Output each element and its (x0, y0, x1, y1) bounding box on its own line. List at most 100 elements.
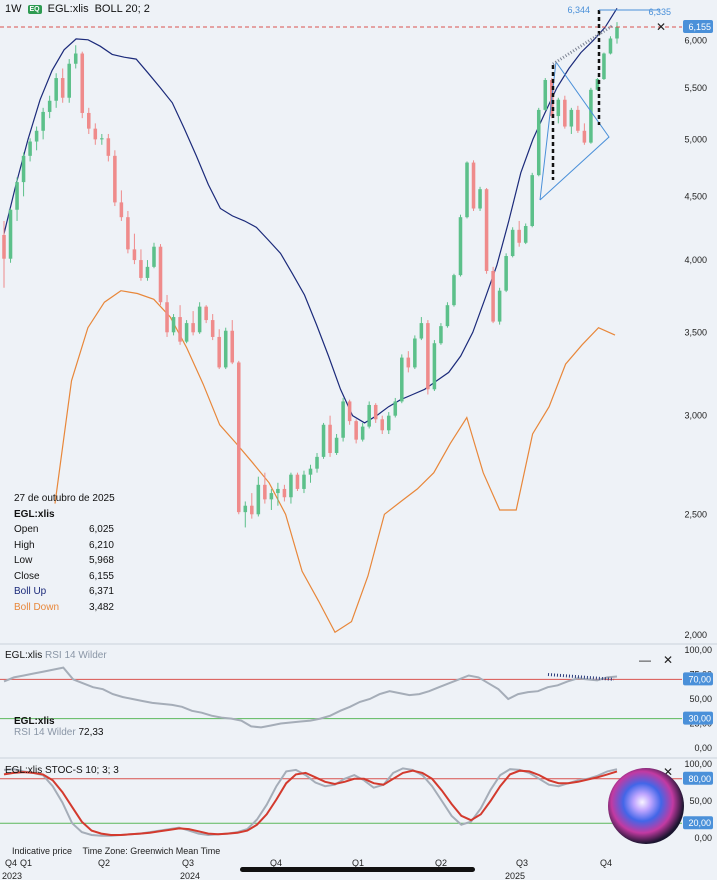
candle-body (158, 246, 163, 303)
candle-body (373, 404, 378, 420)
candle-body (87, 112, 91, 129)
siri-orb-icon[interactable] (608, 768, 684, 844)
candle-body (67, 63, 71, 98)
legend-row: High 6,210 (14, 538, 114, 554)
legend-row: Open 6,025 (14, 522, 114, 538)
price-scale-label: 2,500 (684, 509, 707, 519)
price-scale-label: 5,500 (684, 83, 707, 93)
x-axis-label: Q2 (98, 858, 110, 868)
stoch-scale-label: 0,00 (694, 833, 712, 843)
candle-body (230, 330, 235, 363)
indicator-label[interactable]: BOLL 20; 2 (95, 3, 150, 15)
data-legend: 27 de outubro de 2025 EGL:xlis Open 6,025… (14, 491, 115, 615)
candle-body (582, 130, 587, 143)
candle-body (523, 225, 528, 243)
candle-body (263, 484, 267, 500)
home-indicator[interactable] (240, 867, 475, 872)
candle-body (197, 306, 202, 333)
rsi-scale-label: 0,00 (694, 743, 712, 753)
stoch-scale-label: 100,00 (684, 759, 712, 769)
candle-body (556, 99, 561, 117)
candle-body (341, 401, 345, 438)
legend-key: Boll Up (14, 586, 47, 597)
candle-body (295, 474, 300, 489)
bollinger-lower-line (54, 290, 616, 634)
legend-row: Boll Down 3,482 (14, 600, 114, 616)
candle-body (217, 336, 221, 368)
candle-body (93, 128, 98, 140)
footer-info: Indicative price Time Zone: Greenwich Me… (12, 846, 220, 856)
symbol-label[interactable]: EGL:xlis (48, 3, 89, 15)
candle-body (360, 426, 365, 440)
candle-body (439, 326, 443, 344)
candle-body (367, 404, 371, 427)
stoch-20-tag: 20,00 (688, 818, 711, 828)
candle-body (210, 320, 215, 337)
legend-key: Open (14, 524, 39, 535)
rsi-scale-label: 50,00 (689, 694, 712, 704)
candle-body (308, 468, 313, 475)
candle-body (302, 474, 306, 489)
interval-label[interactable]: 1W (5, 3, 22, 15)
rsi-70-tag: 70,00 (688, 674, 711, 684)
last-price-tag: 6,155 (688, 22, 711, 32)
candle-body (256, 484, 261, 515)
legend-value: 3,482 (88, 601, 114, 613)
price-scale-label: 2,000 (684, 630, 707, 640)
timezone-label: Time Zone: Greenwich Mean Time (82, 846, 221, 856)
close-icon[interactable]: ✕ (663, 653, 673, 667)
candle-body (536, 109, 541, 176)
candle-body (413, 338, 417, 368)
minimize-icon[interactable]: — (639, 653, 651, 667)
candle-body (452, 275, 456, 306)
rsi-header: EGL:xlis RSI 14 Wilder (5, 650, 107, 661)
price-scale-label: 6,000 (684, 36, 707, 46)
candle-body (139, 260, 143, 278)
rsi-legend-value: 72,33 (78, 727, 104, 738)
candle-body (2, 234, 6, 259)
legend-row: Boll Up 6,371 (14, 584, 114, 600)
price-scale-label: 4,000 (684, 255, 707, 265)
candle-body (243, 505, 248, 513)
candle-body (15, 182, 19, 210)
candle-body (73, 53, 78, 64)
candle-body (347, 401, 352, 422)
candle-body (491, 270, 495, 322)
candle-body (106, 138, 111, 156)
candle-body (204, 306, 208, 321)
price-scale-label: 3,500 (684, 327, 707, 337)
candle-body (426, 323, 430, 390)
legend-row: Close 6,155 (14, 569, 114, 585)
candle-body (223, 330, 228, 368)
candle-body (386, 415, 391, 431)
candle-body (28, 141, 32, 156)
candle-body (569, 109, 574, 127)
x-axis-label: Q4 (5, 858, 17, 868)
legend-value: 5,968 (88, 555, 114, 566)
legend-value: 6,025 (88, 524, 114, 535)
rsi-legend: EGL:xlis RSI 14 Wilder 72,33 (14, 716, 104, 738)
candle-body (47, 100, 52, 112)
close-icon[interactable]: ✕ (656, 20, 666, 34)
candle-body (276, 488, 280, 494)
candle-body (191, 323, 195, 333)
legend-date: 27 de outubro de 2025 (14, 493, 115, 504)
candle-body (589, 89, 593, 143)
candle-body (132, 249, 137, 261)
exchange-badge: EQ (27, 4, 42, 14)
price-scale-label: 5,000 (684, 134, 707, 144)
candle-body (602, 53, 606, 80)
candle-body (504, 256, 508, 291)
candle-body (321, 424, 326, 457)
legend-key: Close (14, 570, 40, 582)
candle-body (334, 437, 339, 453)
x-axis-label: Q3 (182, 858, 194, 868)
candle-body (60, 78, 65, 98)
candle-body (119, 202, 124, 218)
candle-body (563, 99, 567, 127)
stoch-d-line (3, 769, 618, 836)
candle-body (250, 505, 254, 515)
candle-body (432, 343, 437, 390)
stoch-80-tag: 80,00 (688, 774, 711, 784)
chart-canvas[interactable]: 6,000 5,500 5,000 4,500 4,000 3,500 3,000 2,500… (0, 0, 717, 880)
